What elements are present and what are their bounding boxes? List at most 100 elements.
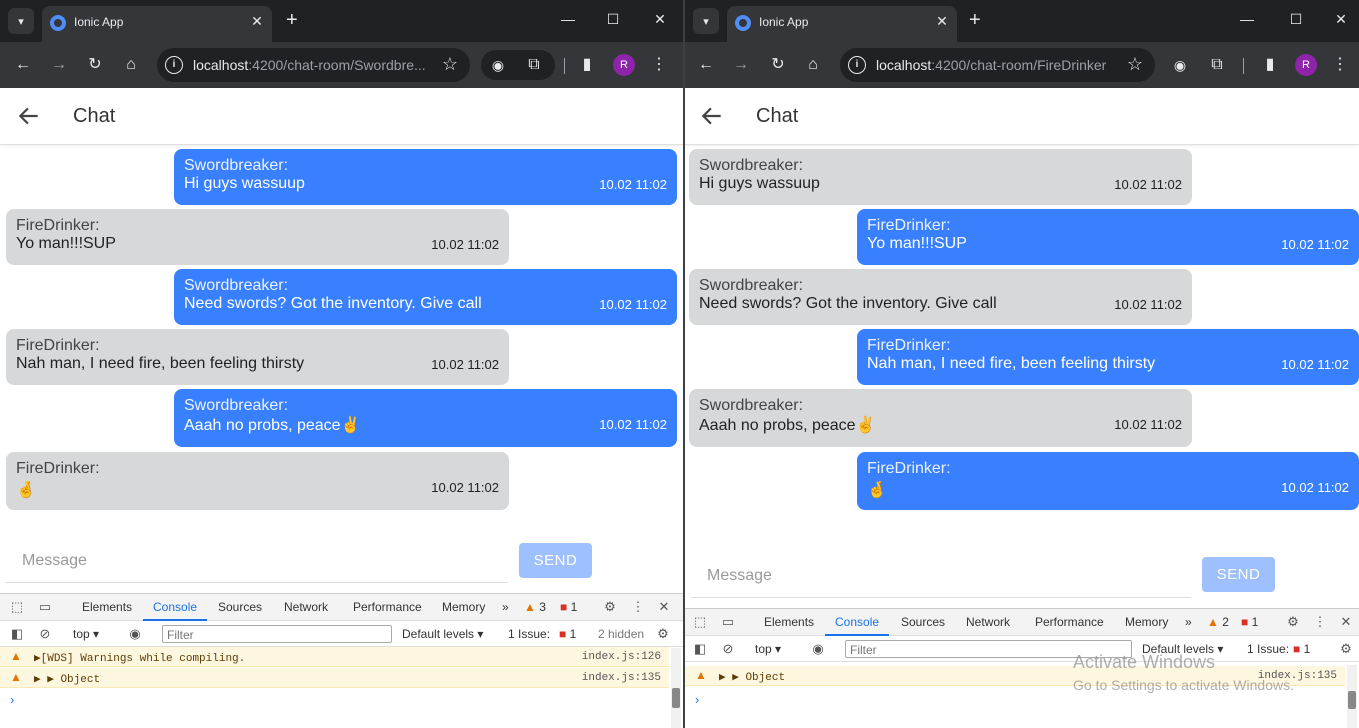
warning-count-badge[interactable]: ▲ 2 [1207,615,1229,629]
tab-network[interactable]: Network [966,615,1010,629]
menu-kebab-icon[interactable]: ⋮ [1329,54,1351,76]
send-button[interactable]: SEND [519,543,592,578]
site-info-icon[interactable]: i [848,56,866,74]
home-icon[interactable]: ⌂ [120,54,142,76]
settings-gear-icon[interactable]: ⚙ [1285,614,1301,630]
reload-icon[interactable]: ↻ [767,54,789,76]
issues-label[interactable]: 1 Issue: [508,627,550,641]
message-field[interactable] [6,539,508,582]
live-expression-eye-icon[interactable]: ◉ [127,626,143,642]
tab-performance[interactable]: Performance [353,600,422,614]
console-filter[interactable] [162,625,392,643]
minimize-button[interactable]: — [557,11,579,27]
site-info-icon[interactable]: i [165,56,183,74]
console-scrollbar[interactable] [671,648,681,728]
tab-search-button[interactable]: ▾ [693,8,719,34]
filter-input[interactable] [163,627,391,643]
address-bar[interactable]: i localhost:4200/chat-room/Swordbre... ☆ [157,48,470,82]
inspect-element-icon[interactable]: ⬚ [9,599,25,615]
more-tabs-icon[interactable]: » [502,600,509,614]
tab-search-button[interactable]: ▾ [8,8,34,34]
close-window-button[interactable]: ✕ [1330,11,1352,28]
inspect-element-icon[interactable]: ⬚ [692,614,708,630]
devtools-menu-icon[interactable]: ⋮ [630,599,646,615]
tab-memory[interactable]: Memory [442,600,485,614]
close-devtools-icon[interactable]: ✕ [1338,614,1354,630]
side-panel-icon[interactable]: ▮ [576,54,598,76]
tab-sources[interactable]: Sources [901,615,945,629]
back-arrow-icon[interactable] [16,103,42,129]
settings-gear-icon[interactable]: ⚙ [602,599,618,615]
log-levels-select[interactable]: Default levels ▾ [402,627,483,641]
tab-elements[interactable]: Elements [764,615,814,629]
new-tab-button[interactable]: + [286,10,298,30]
console-scrollbar[interactable] [1347,665,1357,728]
extensions-puzzle-icon[interactable]: ⧉ [1206,54,1228,76]
browser-tab[interactable]: Ionic App ✕ [727,6,957,42]
profile-avatar[interactable]: R [1295,54,1317,76]
devtools-menu-icon[interactable]: ⋮ [1312,614,1328,630]
tab-close-icon[interactable]: ✕ [933,13,951,30]
context-select[interactable]: top ▾ [755,642,781,656]
menu-kebab-icon[interactable]: ⋮ [648,54,670,76]
address-bar[interactable]: i localhost:4200/chat-room/FireDrinker ☆ [840,48,1155,82]
close-window-button[interactable]: ✕ [649,11,671,28]
maximize-button[interactable]: ☐ [1285,11,1307,28]
warning-count-badge[interactable]: ▲ 3 [524,600,546,614]
back-arrow-icon[interactable]: ← [695,54,717,76]
clear-console-icon[interactable]: ⊘ [720,641,736,657]
maximize-button[interactable]: ☐ [602,11,624,28]
sidebar-toggle-icon[interactable]: ◧ [692,641,708,657]
issues-count[interactable]: ■ 1 [559,627,576,641]
tab-network[interactable]: Network [284,600,328,614]
source-link[interactable]: index.js:126 [582,651,661,663]
extensions-puzzle-icon[interactable]: ⧉ [523,54,545,76]
message-input[interactable] [6,539,508,583]
error-count-badge[interactable]: ■ 1 [560,600,577,614]
console-prompt-icon[interactable]: › [695,692,699,707]
console-settings-icon[interactable]: ⚙ [1338,641,1354,657]
home-icon[interactable]: ⌂ [802,54,824,76]
camera-icon[interactable]: ◉ [487,54,509,76]
browser-tab[interactable]: Ionic App ✕ [42,6,272,42]
bookmark-star-icon[interactable]: ☆ [442,54,458,75]
camera-icon[interactable]: ◉ [1169,54,1191,76]
console-prompt-icon[interactable]: › [10,692,14,707]
tab-memory[interactable]: Memory [1125,615,1168,629]
more-tabs-icon[interactable]: » [1185,615,1192,629]
bookmark-star-icon[interactable]: ☆ [1127,54,1143,75]
console-message: ▶[WDS] Warnings while compiling. [34,653,246,665]
issues-count[interactable]: ■ 1 [1293,642,1310,656]
tab-sources[interactable]: Sources [218,600,262,614]
message-input[interactable] [691,554,1191,598]
sidebar-toggle-icon[interactable]: ◧ [9,626,25,642]
profile-avatar[interactable]: R [613,54,635,76]
console-warning-row[interactable]: ▲ ▶[WDS] Warnings while compiling. index… [0,647,669,667]
console-warning-row[interactable]: ▲ ▶ ▶ Object index.js:135 [0,668,669,688]
clear-console-icon[interactable]: ⊘ [37,626,53,642]
device-toolbar-icon[interactable]: ▭ [720,614,736,630]
reload-icon[interactable]: ↻ [84,54,106,76]
tab-console[interactable]: Console [824,615,890,636]
close-devtools-icon[interactable]: ✕ [656,599,672,615]
back-arrow-icon[interactable]: ← [12,54,34,76]
minimize-button[interactable]: — [1236,11,1258,27]
error-count-badge[interactable]: ■ 1 [1241,615,1258,629]
source-link[interactable]: index.js:135 [582,672,661,684]
new-tab-button[interactable]: + [969,10,981,30]
tab-close-icon[interactable]: ✕ [248,13,266,30]
forward-arrow-icon[interactable]: → [730,54,752,76]
message-field[interactable] [691,554,1191,597]
back-arrow-icon[interactable] [699,103,725,129]
side-panel-icon[interactable]: ▮ [1259,54,1281,76]
console-settings-icon[interactable]: ⚙ [655,626,671,642]
device-toolbar-icon[interactable]: ▭ [37,599,53,615]
tab-performance[interactable]: Performance [1035,615,1104,629]
tab-elements[interactable]: Elements [82,600,132,614]
issues-label[interactable]: 1 Issue: [1247,642,1289,656]
forward-arrow-icon[interactable]: → [48,54,70,76]
send-button[interactable]: SEND [1202,557,1275,592]
context-select[interactable]: top ▾ [73,627,99,641]
live-expression-eye-icon[interactable]: ◉ [810,641,826,657]
tab-console[interactable]: Console [142,600,208,621]
